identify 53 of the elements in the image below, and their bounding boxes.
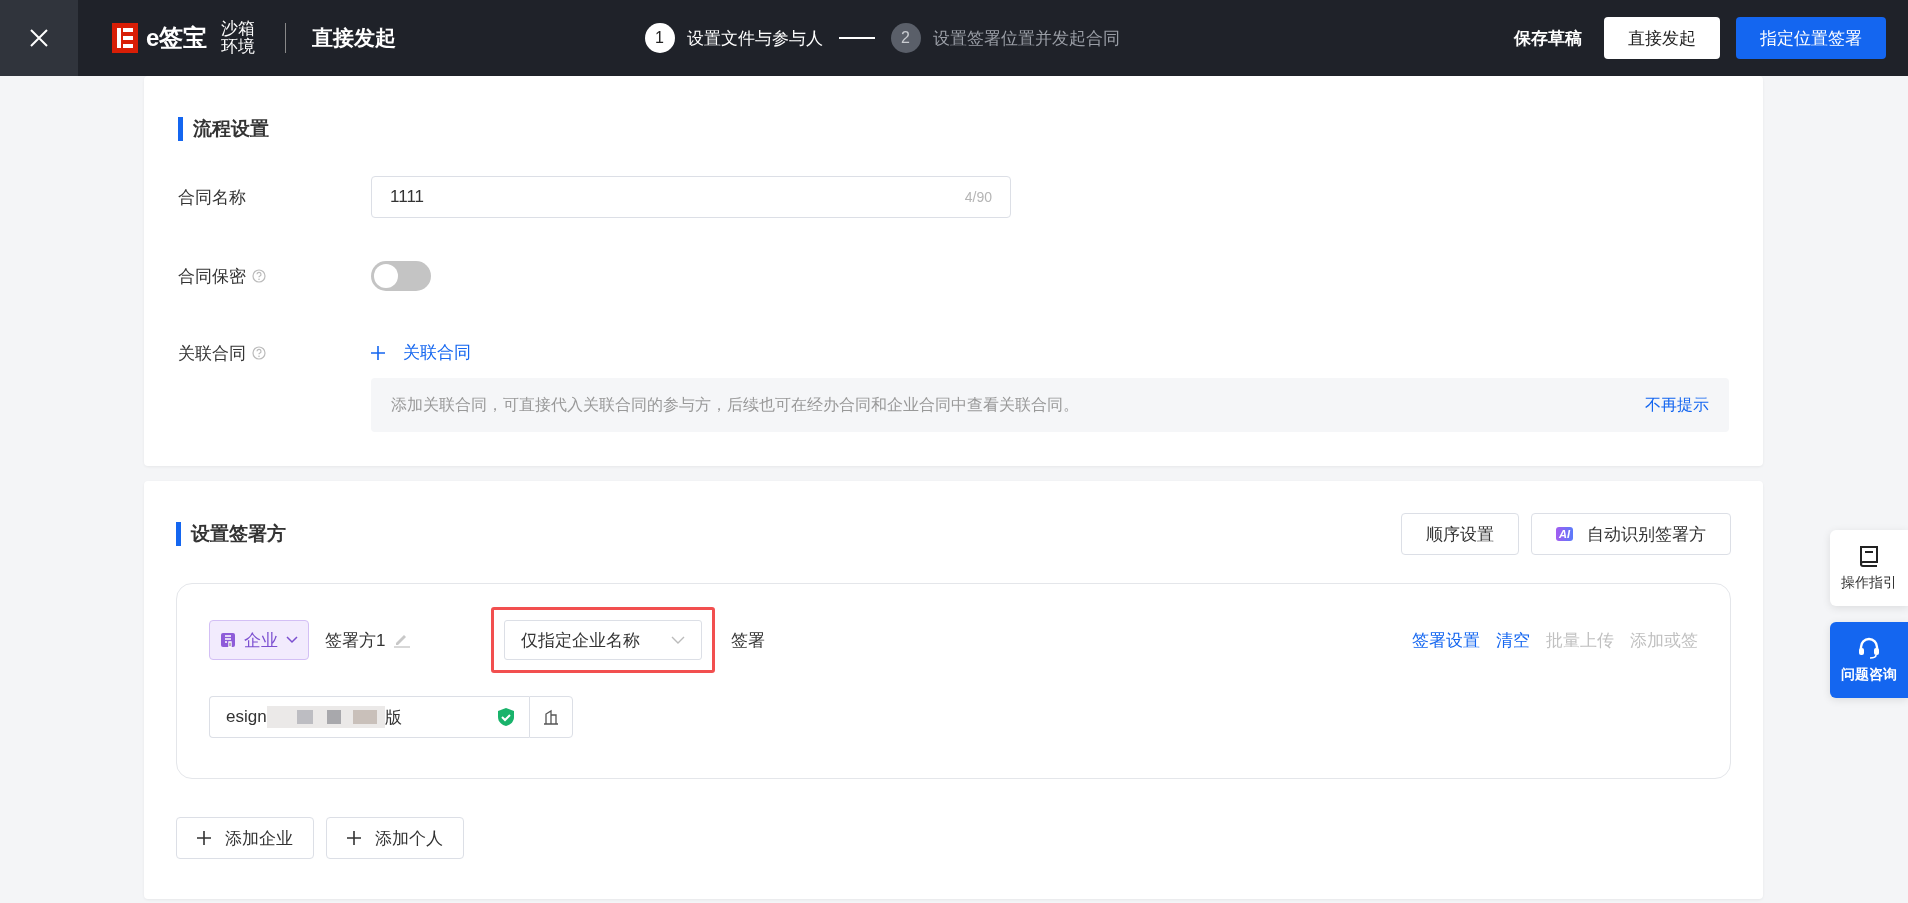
role-label: 签署	[731, 629, 766, 652]
field-value: esign	[226, 707, 267, 727]
action-link[interactable]: 签署设置	[1412, 628, 1480, 652]
ai-badge: AI	[1556, 527, 1573, 541]
chevron-down-icon	[671, 636, 686, 644]
logo-text: e签宝	[146, 23, 208, 53]
field-value: 1111	[390, 187, 425, 207]
action-link[interactable]: 清空	[1496, 628, 1530, 652]
help-icon[interactable]	[252, 346, 266, 360]
building-icon	[220, 632, 236, 648]
organization-picker-button[interactable]	[529, 696, 573, 738]
contract-name-field[interactable]: 1111 4/90	[371, 176, 1011, 218]
book-icon	[1858, 544, 1880, 568]
hint-text: 添加关联合同，可直接代入关联合同的参与方，后续也可在经办合同和企业合同中查看关联合同。	[391, 394, 1079, 415]
confidential-toggle[interactable]	[371, 261, 431, 291]
add-party-button[interactable]: 添加企业	[176, 817, 314, 859]
chevron-down-icon	[286, 636, 298, 644]
close-icon[interactable]	[28, 27, 50, 49]
save-draft-button[interactable]: 保存草稿	[1508, 17, 1588, 59]
organization-field[interactable]: esign 版	[209, 696, 529, 738]
plus-icon	[347, 831, 361, 845]
signing-mode-dropdown[interactable]: 仅指定企业名称	[504, 620, 703, 660]
field-label: 合同名称	[178, 186, 246, 209]
dismiss-link[interactable]: 不再提示	[1645, 394, 1709, 416]
logo-icon	[112, 23, 138, 53]
auto-detect-button[interactable]: AI 自动识别签署方	[1531, 513, 1731, 555]
header-button[interactable]: 直接发起	[1604, 17, 1720, 59]
environment-label: 沙箱环境	[221, 20, 257, 56]
support-button[interactable]: 问题咨询	[1830, 622, 1908, 698]
guide-button[interactable]: 操作指引	[1830, 530, 1908, 606]
section-accent-bar	[178, 117, 183, 141]
signer-name: 签署方1	[325, 629, 386, 652]
char-counter: 4/90	[964, 189, 992, 205]
headset-icon	[1857, 636, 1881, 660]
header-button[interactable]: 指定位置签署	[1736, 17, 1886, 59]
step-item: 1 设置文件与参与人	[644, 23, 823, 53]
edit-icon[interactable]	[393, 632, 412, 648]
party-type-dropdown[interactable]: 企业	[209, 620, 309, 660]
section-accent-bar	[176, 522, 181, 546]
field-label: 合同保密	[178, 265, 246, 288]
add-party-button[interactable]: 添加个人	[326, 817, 464, 859]
field-label: 关联合同	[178, 342, 246, 365]
order-settings-button[interactable]: 顺序设置	[1401, 513, 1519, 555]
help-icon[interactable]	[252, 269, 266, 283]
field-value: 版	[384, 706, 402, 729]
add-related-link[interactable]: 关联合同	[371, 341, 471, 364]
plus-icon	[197, 831, 211, 845]
building-icon	[543, 709, 559, 725]
page-title: 直接发起	[312, 25, 397, 51]
section-title: 设置签署方	[191, 522, 286, 546]
step-item: 2 设置签署位置并发起合同	[890, 23, 1120, 53]
section-title: 流程设置	[193, 117, 269, 141]
plus-icon	[371, 345, 385, 360]
